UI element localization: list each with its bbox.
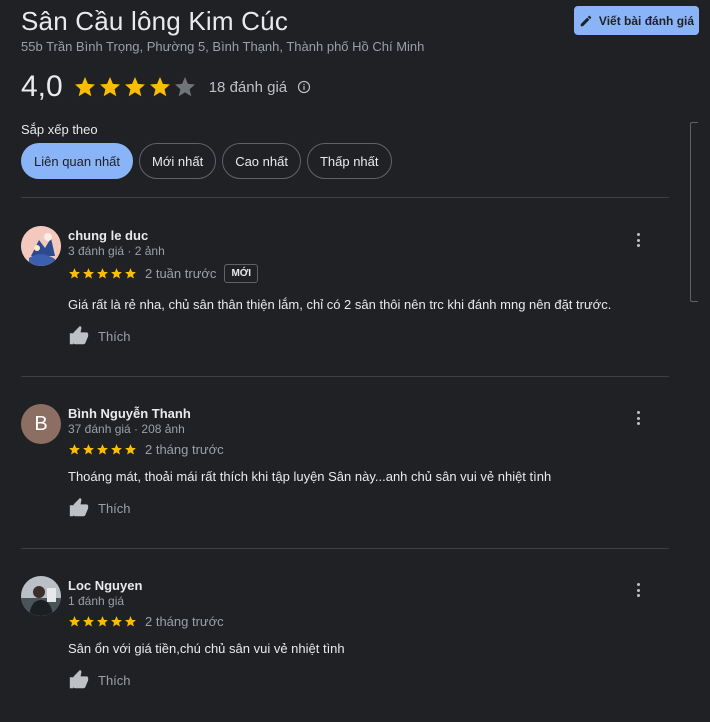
star-icon — [111, 444, 122, 455]
star-icon — [69, 616, 80, 627]
more-options-button[interactable] — [633, 582, 643, 598]
more-options-button[interactable] — [633, 410, 643, 426]
review-rating-line: 2 tuần trước MỚI — [68, 264, 259, 283]
star-icon — [83, 444, 94, 455]
info-icon[interactable] — [297, 80, 311, 94]
divider — [21, 548, 669, 549]
avatar-letter: B — [34, 412, 48, 435]
scrollbar[interactable] — [690, 122, 698, 302]
star-icon — [149, 77, 170, 97]
review-stars — [68, 443, 137, 456]
review-text: Sân ổn với giá tiền,chú chủ sân vui vẻ n… — [68, 641, 345, 656]
sort-chip-lowest[interactable]: Thấp nhất — [306, 143, 392, 179]
star-icon — [69, 444, 80, 455]
sort-label: Sắp xếp theo — [21, 122, 98, 137]
sort-chip-newest[interactable]: Mới nhất — [139, 143, 217, 179]
new-badge: MỚI — [224, 264, 259, 283]
star-icon — [83, 268, 94, 279]
reviewer-name[interactable]: Bình Nguyễn Thanh — [68, 406, 191, 421]
sort-chips: Liên quan nhất Mới nhất Cao nhất Thấp nh… — [21, 143, 392, 179]
sort-chip-highest[interactable]: Cao nhất — [222, 143, 301, 179]
review-rating-line: 2 tháng trước — [68, 442, 224, 457]
like-label: Thích — [98, 328, 131, 344]
reviewer-meta: 3 đánh giá · 2 ảnh — [68, 244, 165, 258]
star-icon — [97, 444, 108, 455]
review-rating-line: 2 tháng trước — [68, 614, 224, 629]
rating-stars — [73, 75, 197, 99]
sort-chip-relevant[interactable]: Liên quan nhất — [21, 143, 134, 179]
like-label: Thích — [98, 672, 131, 688]
star-icon — [69, 268, 80, 279]
photo-avatar-icon — [21, 576, 61, 616]
pencil-icon — [580, 15, 592, 26]
thumbs-up-icon — [69, 325, 89, 345]
avatar[interactable] — [21, 226, 61, 266]
average-rating: 4,0 — [21, 70, 63, 103]
like-button[interactable]: Thích — [68, 669, 131, 691]
avatar[interactable] — [21, 576, 61, 616]
write-review-button[interactable]: Viết bài đánh giá — [574, 6, 699, 35]
star-icon — [83, 616, 94, 627]
review-date: 2 tháng trước — [145, 442, 224, 457]
review-card: Loc Nguyen 1 đánh giá 2 tháng trước Sân … — [21, 576, 669, 706]
review-date: 2 tuần trước — [145, 266, 217, 281]
star-icon — [125, 268, 136, 279]
like-button[interactable]: Thích — [68, 325, 131, 347]
star-icon — [97, 268, 108, 279]
review-date: 2 tháng trước — [145, 614, 224, 629]
review-count: 18 đánh giá — [208, 78, 288, 96]
place-address: 55b Trần Bình Trọng, Phường 5, Bình Thạn… — [21, 39, 425, 54]
star-icon — [125, 444, 136, 455]
reviewer-name[interactable]: Loc Nguyen — [68, 578, 142, 593]
star-icon — [111, 268, 122, 279]
illustration-avatar-icon — [21, 226, 61, 266]
star-icon — [97, 616, 108, 627]
review-stars — [68, 615, 137, 628]
reviewer-meta: 37 đánh giá · 208 ảnh — [68, 422, 185, 436]
review-text: Giá rất là rẻ nha, chủ sân thân thiện lắ… — [68, 297, 612, 312]
avatar[interactable]: B — [21, 404, 61, 444]
thumbs-up-icon — [69, 497, 89, 517]
reviewer-meta: 1 đánh giá — [68, 594, 125, 608]
review-stars — [68, 267, 137, 280]
write-review-label: Viết bài đánh giá — [598, 13, 695, 28]
divider — [21, 376, 669, 377]
star-icon — [74, 77, 95, 97]
review-card: chung le duc 3 đánh giá · 2 ảnh 2 tuần t… — [21, 226, 669, 356]
divider — [21, 197, 669, 198]
review-text: Thoáng mát, thoải mái rất thích khi tập … — [68, 469, 552, 484]
thumbs-up-icon — [69, 669, 89, 689]
star-icon — [111, 616, 122, 627]
star-icon — [124, 77, 145, 97]
more-options-button[interactable] — [633, 232, 643, 248]
reviewer-name[interactable]: chung le duc — [68, 228, 148, 243]
rating-summary: 4,0 18 đánh giá — [21, 70, 311, 104]
review-card: B Bình Nguyễn Thanh 37 đánh giá · 208 ản… — [21, 404, 669, 534]
star-icon — [99, 77, 120, 97]
star-icon — [125, 616, 136, 627]
like-label: Thích — [98, 500, 131, 516]
like-button[interactable]: Thích — [68, 497, 131, 519]
star-empty-icon — [174, 77, 195, 97]
